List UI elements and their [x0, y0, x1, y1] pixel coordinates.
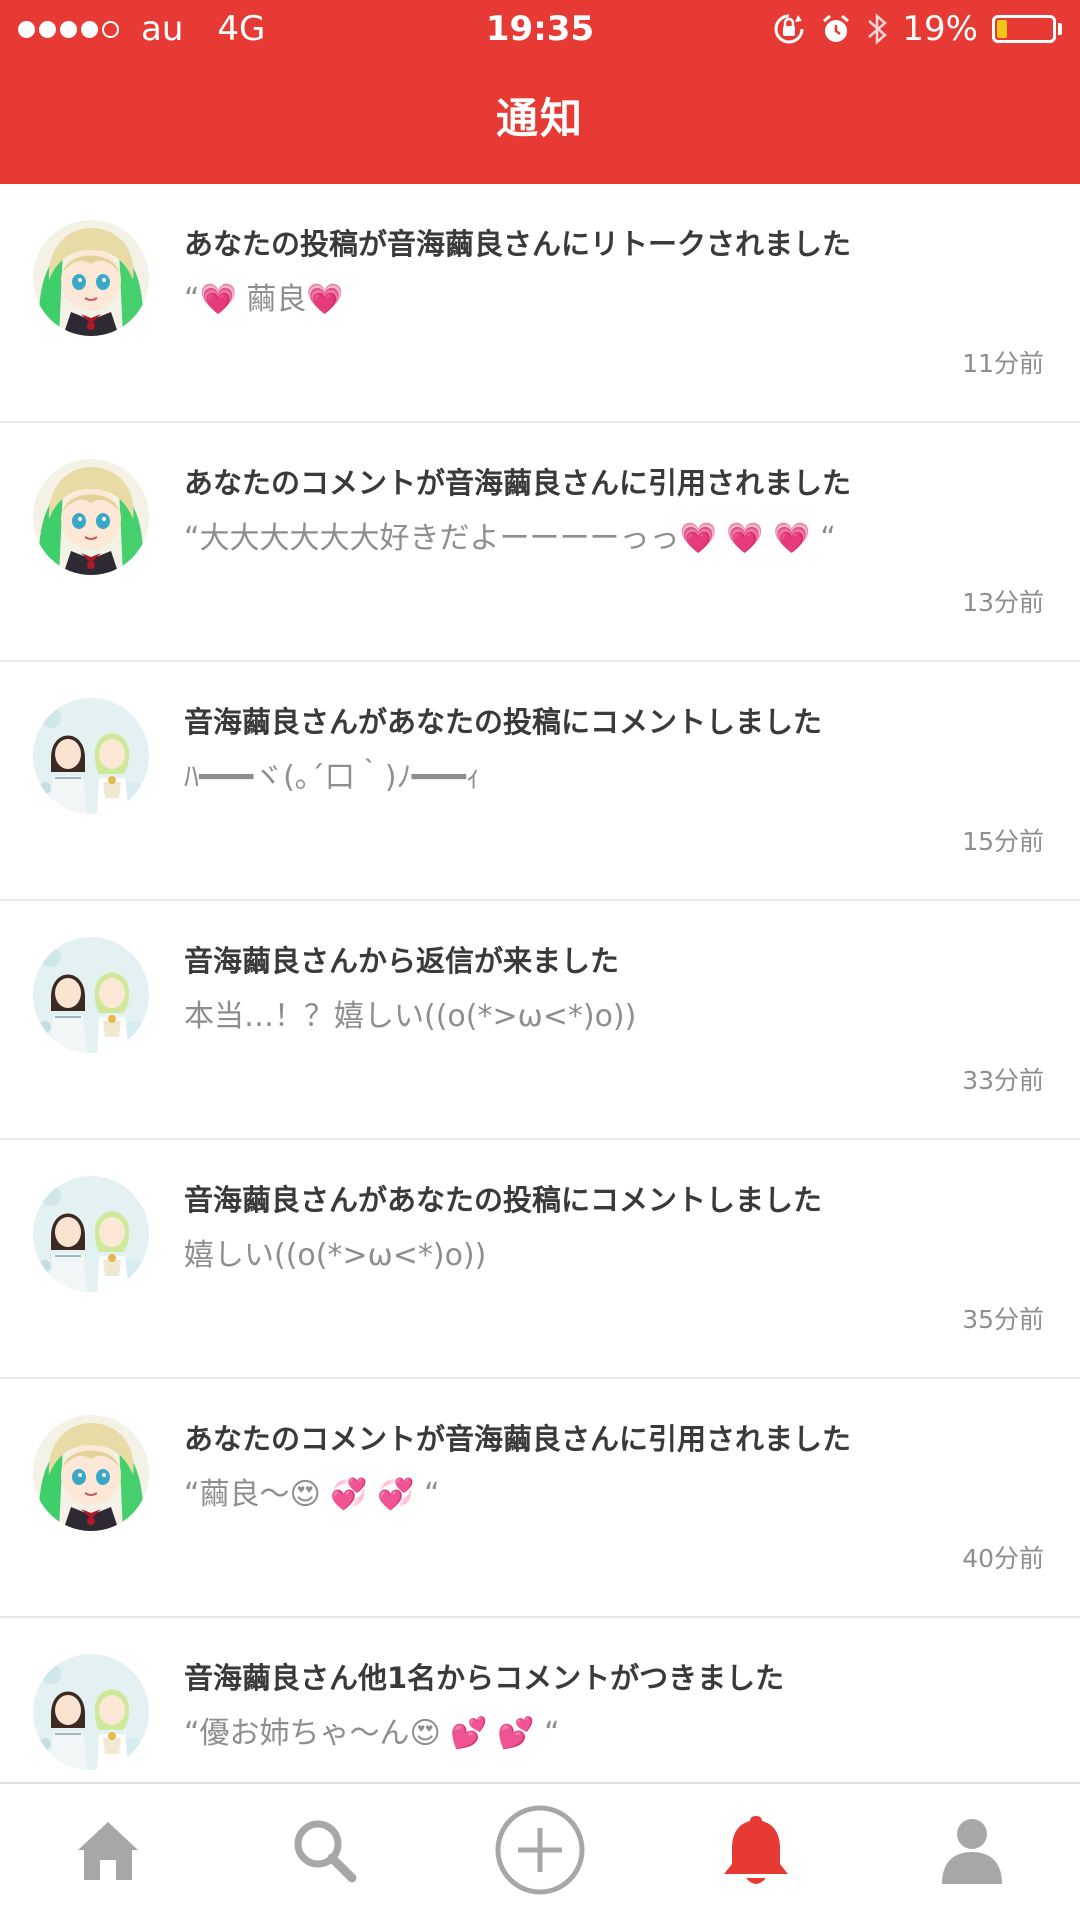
- notification-title: 音海繭良さんがあなたの投稿にコメントしました: [184, 1183, 823, 1217]
- tab-home[interactable]: [38, 1792, 178, 1912]
- avatar[interactable]: [33, 459, 149, 575]
- notification-item[interactable]: あなたのコメントが音海繭良さんに引用されました “繭良〜😍 💞 💞 “ 40分前: [0, 1379, 1080, 1618]
- avatar[interactable]: [33, 1176, 149, 1292]
- notification-time: 35分前: [962, 1305, 1044, 1334]
- avatar[interactable]: [33, 220, 149, 336]
- notification-title: 音海繭良さんがあなたの投稿にコメントしました: [184, 705, 823, 739]
- status-right: 19%: [772, 0, 1062, 58]
- notification-time: 40分前: [962, 1544, 1044, 1573]
- notification-title: あなたのコメントが音海繭良さんに引用されました: [184, 466, 852, 500]
- notification-time: 13分前: [962, 588, 1044, 617]
- notification-item[interactable]: 音海繭良さんから返信が来ました 本当…！？嬉しい((o(*>ω<*)o)) 33分前: [0, 901, 1080, 1140]
- bell-icon: [720, 1812, 792, 1892]
- notification-body: “優お姉ちゃ〜ん😍 💕 💕 “: [184, 1716, 560, 1751]
- avatar[interactable]: [33, 698, 149, 814]
- status-bar: au 4G 19:35 19%: [0, 0, 1080, 58]
- tab-notifications[interactable]: [686, 1792, 826, 1912]
- avatar[interactable]: [33, 1415, 149, 1531]
- notifications-screen: au 4G 19:35 19% 通知 あなたの投稿が音海繭良さんにリトークされま…: [0, 0, 1080, 1920]
- notification-item[interactable]: あなたの投稿が音海繭良さんにリトークされました “💗 繭良💗 11分前: [0, 184, 1080, 423]
- notification-time: 15分前: [962, 827, 1044, 856]
- person-icon: [936, 1814, 1008, 1890]
- battery-percent: 19%: [902, 9, 978, 49]
- notification-title: あなたのコメントが音海繭良さんに引用されました: [184, 1422, 852, 1456]
- notification-body: “大大大大大大好きだよーーーーっっ💗 💗 💗 “: [184, 521, 836, 556]
- notification-list[interactable]: あなたの投稿が音海繭良さんにリトークされました “💗 繭良💗 11分前あなたのコメン…: [0, 184, 1080, 1857]
- tab-search[interactable]: [254, 1792, 394, 1912]
- tab-profile[interactable]: [902, 1792, 1042, 1912]
- notification-title: 音海繭良さん他1名からコメントがつきました: [184, 1661, 785, 1695]
- alarm-icon: [820, 13, 852, 45]
- avatar[interactable]: [33, 937, 149, 1053]
- search-icon: [288, 1814, 360, 1890]
- notification-body: “💗 繭良💗: [184, 282, 344, 317]
- notification-title: 音海繭良さんから返信が来ました: [184, 944, 620, 978]
- bluetooth-icon: [866, 11, 888, 47]
- notification-item[interactable]: あなたのコメントが音海繭良さんに引用されました “大大大大大大好きだよーーーーっっ…: [0, 423, 1080, 662]
- tab-post[interactable]: [470, 1792, 610, 1912]
- notification-body: 本当…！？嬉しい((o(*>ω<*)o)): [184, 999, 637, 1034]
- notification-time: 11分前: [962, 349, 1044, 378]
- notification-body: ﾊ━━━ヾ(｡´口｀)ﾉ━━━ｨ: [184, 760, 481, 795]
- page-title: 通知: [495, 94, 584, 143]
- header: au 4G 19:35 19% 通知: [0, 0, 1080, 184]
- notification-title: あなたの投稿が音海繭良さんにリトークされました: [184, 227, 852, 261]
- notification-body: “繭良〜😍 💞 💞 “: [184, 1477, 440, 1512]
- battery-icon: [992, 15, 1062, 43]
- plus-circle-icon: [492, 1802, 588, 1902]
- notification-item[interactable]: 音海繭良さんがあなたの投稿にコメントしました ﾊ━━━ヾ(｡´口｀)ﾉ━━━ｨ 15…: [0, 662, 1080, 901]
- notification-time: 33分前: [962, 1066, 1044, 1095]
- rotation-lock-icon: [772, 12, 806, 46]
- home-icon: [72, 1814, 144, 1890]
- notification-item[interactable]: 音海繭良さんがあなたの投稿にコメントしました 嬉しい((o(*>ω<*)o)) 35…: [0, 1140, 1080, 1379]
- avatar[interactable]: [33, 1654, 149, 1770]
- notification-body: 嬉しい((o(*>ω<*)o)): [184, 1238, 487, 1273]
- tab-bar: [0, 1782, 1080, 1920]
